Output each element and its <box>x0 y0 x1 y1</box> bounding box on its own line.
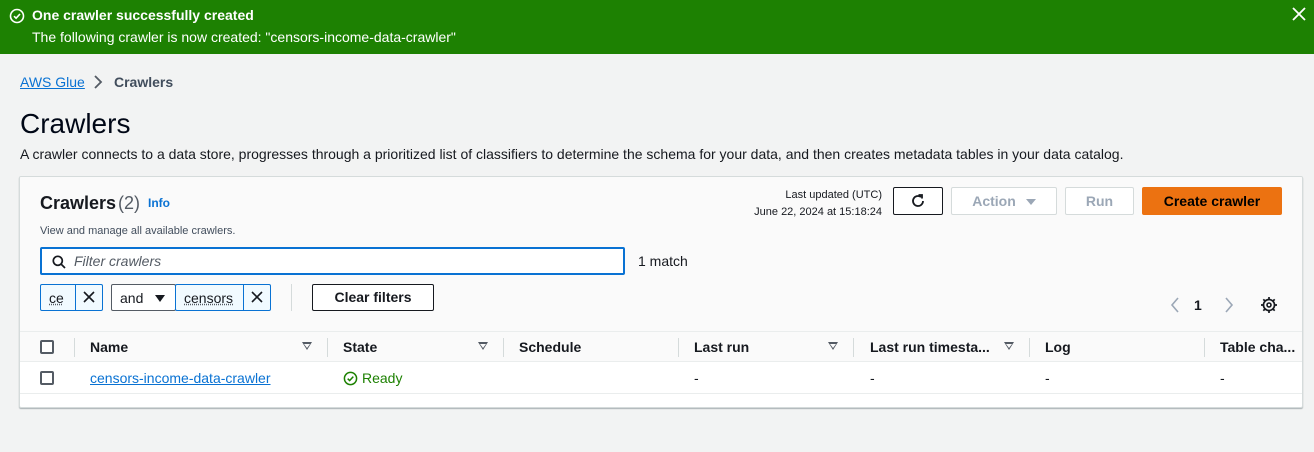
page-description: A crawler connects to a data store, prog… <box>20 146 1124 162</box>
filter-token-text[interactable]: ce <box>49 290 64 306</box>
action-label: Action <box>972 193 1016 209</box>
filter-token-text[interactable]: censors <box>184 290 233 306</box>
chevron-right-icon <box>94 75 103 89</box>
crawlers-table-container: Crawlers (2) Info View and manage all av… <box>19 176 1303 408</box>
close-icon <box>251 291 263 303</box>
sort-down-icon[interactable] <box>478 342 488 350</box>
run-button[interactable]: Run <box>1065 187 1134 215</box>
column-divider[interactable] <box>853 338 854 357</box>
success-check-circle-icon <box>9 8 25 24</box>
clear-filters-button[interactable]: Clear filters <box>312 284 434 311</box>
column-divider[interactable] <box>678 338 679 357</box>
column-header-state[interactable]: State <box>343 339 377 356</box>
filter-operator-select[interactable]: and <box>111 284 176 311</box>
crawler-name-link[interactable]: censors-income-data-crawler <box>90 370 271 387</box>
column-header-log[interactable]: Log <box>1045 339 1071 356</box>
caret-down-icon <box>1025 199 1036 205</box>
column-divider <box>74 338 75 357</box>
filter-token-censors: censors <box>175 284 271 311</box>
refresh-icon <box>912 194 924 207</box>
sort-down-icon[interactable] <box>1004 342 1014 350</box>
column-header-name[interactable]: Name <box>90 339 128 356</box>
log-cell: - <box>1045 370 1050 386</box>
select-all-checkbox[interactable] <box>40 340 54 354</box>
column-divider[interactable] <box>1029 338 1030 357</box>
table-header-row: Name State Schedule Last run Last run ti… <box>20 331 1302 362</box>
action-dropdown-button[interactable]: Action <box>951 187 1057 215</box>
last-run-timestamp-cell: - <box>870 370 875 386</box>
flash-message: The following crawler is now created: "c… <box>32 29 456 45</box>
match-count: 1 match <box>638 253 688 269</box>
column-divider[interactable] <box>327 338 328 357</box>
filter-crawlers-input[interactable] <box>74 251 614 271</box>
filter-token-ce: ce <box>40 284 103 311</box>
refresh-button[interactable] <box>893 187 943 215</box>
chevron-left-icon[interactable] <box>1167 295 1183 315</box>
column-divider[interactable] <box>1204 338 1205 357</box>
page-title: Crawlers <box>20 108 131 139</box>
success-flash-banner: One crawler successfully created The fol… <box>0 0 1314 54</box>
column-header-last-run-timestamp[interactable]: Last run timesta... <box>870 339 990 356</box>
breadcrumb-aws-glue[interactable]: AWS Glue <box>20 74 85 91</box>
close-icon <box>83 291 95 303</box>
operator-label: and <box>120 290 144 306</box>
last-updated-time: June 22, 2024 at 15:18:24 <box>754 206 882 218</box>
close-icon[interactable] <box>1289 4 1309 24</box>
column-header-table-changes[interactable]: Table cha... <box>1220 339 1295 356</box>
container-header: Crawlers (2) Info View and manage all av… <box>20 177 1302 331</box>
column-divider[interactable] <box>503 338 504 357</box>
crawler-count: (2) <box>118 193 140 213</box>
panel-title: Crawlers <box>40 193 117 213</box>
success-check-circle-icon <box>343 371 358 386</box>
remove-token-button[interactable] <box>75 285 102 310</box>
table-row: censors-income-data-crawler Ready - - - … <box>20 362 1302 394</box>
last-updated-label: Last updated (UTC) <box>785 189 882 201</box>
create-crawler-button[interactable]: Create crawler <box>1142 187 1282 215</box>
table-changes-cell: - <box>1220 370 1225 386</box>
caret-down-icon <box>155 295 165 302</box>
sort-down-icon[interactable] <box>828 342 838 350</box>
info-link[interactable]: Info <box>148 196 170 210</box>
state-label: Ready <box>362 370 403 386</box>
sort-down-icon[interactable] <box>302 342 312 350</box>
gear-icon[interactable] <box>1260 296 1278 314</box>
flash-title: One crawler successfully created <box>32 7 254 23</box>
column-header-last-run[interactable]: Last run <box>694 339 749 356</box>
remove-token-button[interactable] <box>243 285 270 310</box>
column-header-schedule[interactable]: Schedule <box>519 339 581 356</box>
chevron-right-icon[interactable] <box>1221 295 1237 315</box>
search-icon <box>52 255 66 269</box>
crawler-state: Ready <box>343 370 402 387</box>
breadcrumb-current: Crawlers <box>114 74 174 90</box>
last-run-cell: - <box>694 370 699 386</box>
filter-box <box>40 247 625 275</box>
current-page-number[interactable]: 1 <box>1194 297 1202 314</box>
row-checkbox[interactable] <box>40 371 54 385</box>
divider <box>291 284 292 311</box>
panel-description: View and manage all available crawlers. <box>40 225 236 237</box>
